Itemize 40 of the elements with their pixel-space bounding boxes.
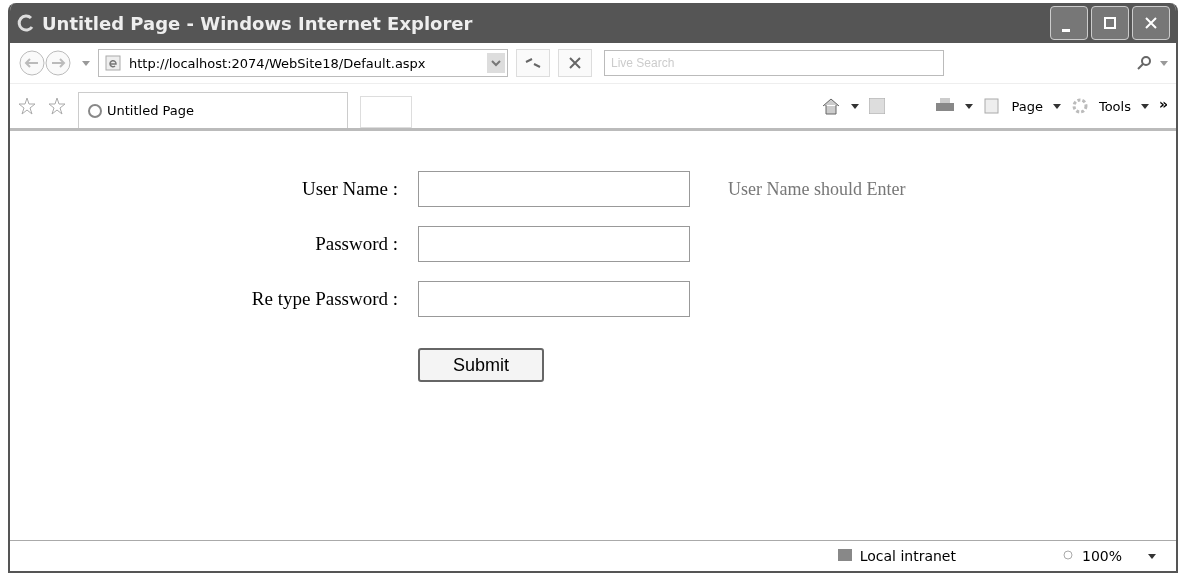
input-field[interactable] [418,171,690,207]
window-title: Untitled Page - Windows Internet Explorer [42,12,474,34]
add-favorite-icon[interactable] [48,97,66,115]
back-forward-icon[interactable] [18,48,74,78]
minimize-icon [1062,28,1070,32]
caret-icon[interactable] [1140,103,1149,109]
refresh-button[interactable] [516,49,550,77]
tools-menu[interactable]: Tools [1098,98,1131,114]
search-icon[interactable] [1136,55,1152,71]
more-button[interactable]: » [1158,96,1168,112]
feed-icon[interactable] [869,98,886,114]
zoom-icon[interactable] [1061,549,1076,563]
field-label: Password : [314,233,398,255]
field-label: User Name : [300,178,398,200]
zone-label: Local intranet [859,548,956,564]
caret-icon[interactable] [851,103,860,109]
home-icon[interactable] [821,96,842,116]
stop-icon [568,56,582,70]
field-label: Re type Password : [250,288,398,310]
input-field[interactable] [418,281,690,317]
minimize-button[interactable] [1050,6,1088,40]
close-icon [1144,16,1158,30]
address-field[interactable]: http://localhost:2074/WebSite18/Default.aspx [98,49,508,77]
maximize-button[interactable] [1091,6,1129,40]
stop-button[interactable] [558,49,592,77]
page-menu[interactable]: Page [1011,98,1043,114]
caret-icon[interactable] [1148,553,1156,559]
input-field[interactable] [418,226,690,262]
close-button[interactable] [1132,6,1170,40]
maximize-icon [1103,16,1117,30]
submit-button[interactable]: Submit [418,348,544,382]
browser-logo-icon [16,13,36,33]
caret-icon[interactable] [1052,103,1061,109]
zoom-level[interactable]: 100% [1081,548,1122,564]
dropdown-icon[interactable] [487,53,505,73]
favorites-star-icon[interactable] [18,97,36,115]
gear-icon[interactable] [1070,97,1089,115]
caret-icon[interactable] [965,103,974,109]
validation-message: User Name should Enter [728,178,906,200]
browser-tab[interactable]: Untitled Page [78,92,348,128]
